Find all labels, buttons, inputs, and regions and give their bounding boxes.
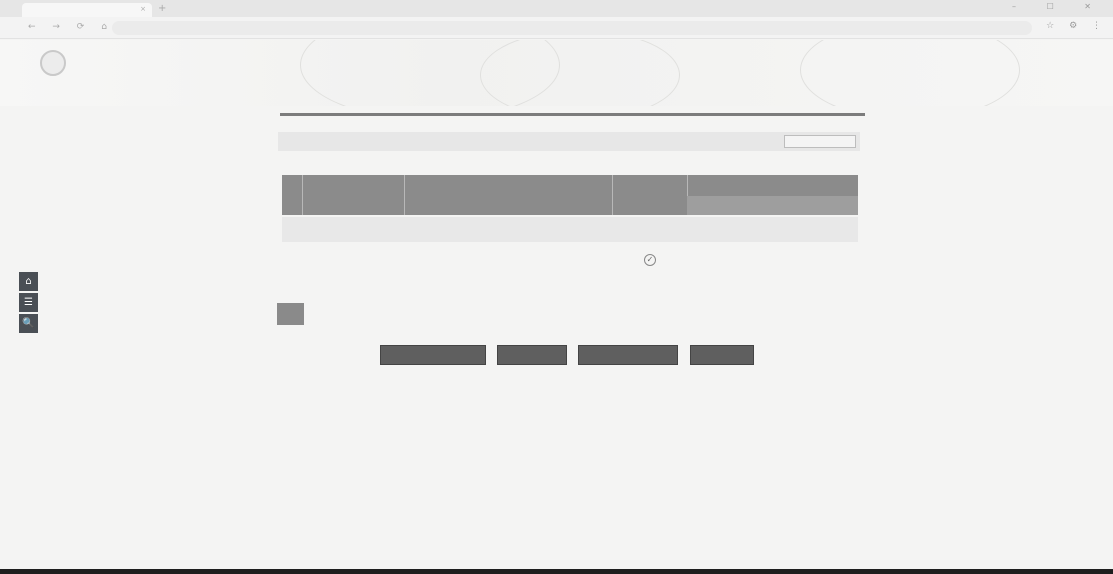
table-row[interactable] <box>282 276 858 287</box>
section-action-button[interactable] <box>784 135 856 148</box>
action-button-4[interactable] <box>690 345 754 365</box>
content-divider <box>280 113 865 116</box>
check-icon: ✓ <box>644 254 656 266</box>
browser-toolbar: ← → ⟳ ⌂ ☆ ⚙ ⋮ <box>0 17 1113 39</box>
taskbar <box>0 569 1113 574</box>
section-header <box>278 132 860 151</box>
action-button-1[interactable] <box>380 345 486 365</box>
table-subheader <box>687 196 858 215</box>
action-button-3[interactable] <box>578 345 678 365</box>
menu-icon[interactable]: ☰ <box>19 293 38 312</box>
browser-tab[interactable]: × <box>22 3 152 17</box>
nav-buttons[interactable]: ← → ⟳ ⌂ <box>28 22 114 32</box>
site-logo[interactable] <box>40 50 66 76</box>
browser-actions[interactable]: ☆ ⚙ ⋮ <box>1046 21 1107 31</box>
action-button-2[interactable] <box>497 345 567 365</box>
browser-tab-bar: × + – ☐ ✕ <box>0 0 1113 17</box>
table-row[interactable]: ✓ <box>282 253 858 266</box>
side-toolbar: ⌂ ☰ 🔍 <box>19 272 38 335</box>
footer-marker <box>277 303 304 325</box>
search-icon[interactable]: 🔍 <box>19 314 38 333</box>
header-ornament <box>800 40 1020 106</box>
new-tab-icon[interactable]: + <box>158 3 166 14</box>
home-icon[interactable]: ⌂ <box>19 272 38 291</box>
table-group-row <box>282 217 858 242</box>
site-header <box>0 40 1113 106</box>
table-header <box>282 175 858 215</box>
filter-row <box>390 158 412 166</box>
address-bar[interactable] <box>112 21 1032 35</box>
window-controls[interactable]: – ☐ ✕ <box>1012 2 1105 11</box>
tab-close-icon[interactable]: × <box>140 5 146 13</box>
header-ornament <box>480 40 680 106</box>
